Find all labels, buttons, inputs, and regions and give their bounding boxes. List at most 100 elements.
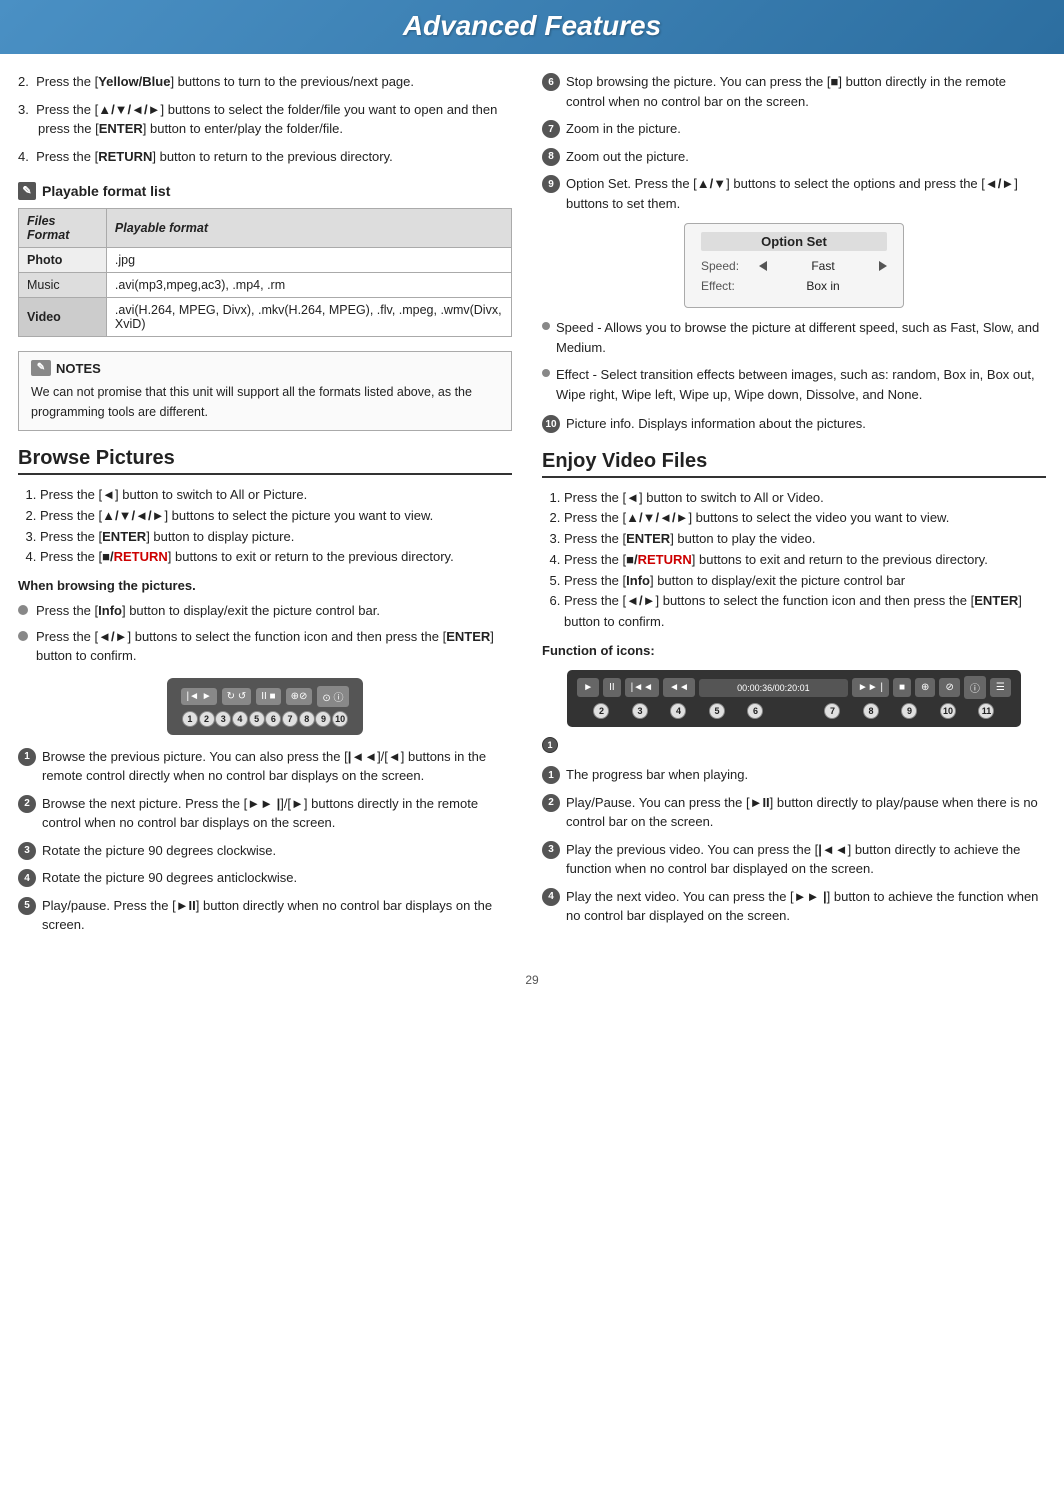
enjoy-video-title: Enjoy Video Files — [542, 450, 1046, 478]
enjoy-step-4: Press the [■/RETURN] buttons to exit and… — [564, 550, 1046, 571]
pic-num-6: 6 — [542, 73, 560, 91]
pic-text-5: Play/pause. Press the [►II] button direc… — [42, 896, 512, 935]
browse-pictures-title: Browse Pictures — [18, 447, 512, 475]
page-footer: 29 — [0, 963, 1064, 997]
notes-title: ✎ NOTES — [31, 360, 499, 376]
enjoy-steps-list: Press the [◄] button to switch to All or… — [542, 488, 1046, 634]
playable-format-title: ✎ Playable format list — [18, 182, 512, 200]
video-ff-btn[interactable]: ►► | — [852, 678, 889, 697]
ctrl-num-10: 10 — [332, 711, 348, 727]
bullet-dot-icon — [18, 605, 28, 615]
pic-text-3: Rotate the picture 90 degrees clockwise. — [42, 841, 512, 861]
video-info-btn[interactable]: ⓘ — [964, 676, 986, 699]
main-content: 2. Press the [Yellow/Blue] buttons to tu… — [0, 72, 1064, 943]
video-num-circle-1: 1 — [542, 766, 560, 784]
video-stop-btn[interactable]: ■ — [893, 678, 911, 697]
browse-pictures-section: Browse Pictures Press the [◄] button to … — [18, 447, 512, 935]
video-num-circle-3: 3 — [542, 841, 560, 859]
function-icons-title: Function of icons: — [542, 643, 1046, 658]
ctrl-num-7: 7 — [282, 711, 298, 727]
ctrl-group-5: ⊙ ⓘ — [317, 686, 348, 707]
video-num-7: 7 — [824, 703, 840, 719]
enjoy-step-3: Press the [ENTER] button to play the vid… — [564, 529, 1046, 550]
playable-music: .avi(mp3,mpeg,ac3), .mp4, .rm — [106, 273, 511, 298]
enjoy-step-2: Press the [▲/▼/◄/►] buttons to select th… — [564, 508, 1046, 529]
ctrl-num-2: 2 — [199, 711, 215, 727]
ctrl-num-3: 3 — [215, 711, 231, 727]
pic-num-9: 9 — [542, 175, 560, 193]
pic-item-9: 9 Option Set. Press the [▲/▼] buttons to… — [542, 174, 1046, 213]
video-sub-btn[interactable]: ⊘ — [939, 678, 959, 697]
option-speed-row: Speed: Fast — [701, 259, 887, 273]
playable-photo: .jpg — [106, 248, 511, 273]
browse-step-3: Press the [ENTER] button to display pict… — [40, 527, 512, 548]
dot-icon — [542, 322, 550, 330]
ctrl-zoom-btn[interactable]: ⊕⊘ — [286, 688, 313, 705]
bullet-dot-icon — [18, 631, 28, 641]
pic-text-9: Option Set. Press the [▲/▼] buttons to s… — [566, 174, 1046, 213]
intro-item-2: 2. Press the [Yellow/Blue] buttons to tu… — [18, 72, 512, 92]
pic-num-5: 5 — [18, 897, 36, 915]
dot-icon — [542, 369, 550, 377]
option-effect-row: Effect: Box in — [701, 279, 887, 293]
video-eq-btn[interactable]: ⊕ — [915, 678, 935, 697]
notes-text: We can not promise that this unit will s… — [31, 382, 499, 422]
ctrl-num-6: 6 — [265, 711, 281, 727]
when-browsing-item-2: Press the [◄/►] buttons to select the fu… — [18, 627, 512, 666]
enjoy-step-6: Press the [◄/►] buttons to select the fu… — [564, 591, 1046, 633]
browse-steps-list: Press the [◄] button to switch to All or… — [18, 485, 512, 568]
pic-item-3: 3 Rotate the picture 90 degrees clockwis… — [18, 841, 512, 861]
enjoy-step-5: Press the [Info] button to display/exit … — [564, 571, 1046, 592]
page-header: Advanced Features — [0, 0, 1064, 54]
intro-item-3: 3. Press the [▲/▼/◄/►] buttons to select… — [18, 100, 512, 139]
ctrl-play-btn[interactable]: II ■ — [256, 688, 280, 705]
video-item-2: 2 Play/Pause. You can press the [►II] bu… — [542, 793, 1046, 832]
ctrl-rotate-cw-btn[interactable]: ↻ ↺ — [222, 688, 252, 705]
video-progress-bar[interactable]: 00:00:36/00:20:01 — [699, 679, 848, 697]
video-num-circle-4: 4 — [542, 888, 560, 906]
right-top-numbered: 6 Stop browsing the picture. You can pre… — [542, 72, 1046, 213]
notes-icon: ✎ — [31, 360, 51, 376]
when-browsing-item-1: Press the [Info] button to display/exit … — [18, 601, 512, 621]
option-arrow-right-icon — [879, 261, 887, 271]
right-column: 6 Stop browsing the picture. You can pre… — [532, 72, 1046, 943]
video-num-circle-2: 2 — [542, 794, 560, 812]
pic-text-1: Browse the previous picture. You can als… — [42, 747, 512, 786]
ctrl-group-4: ⊕⊘ — [286, 688, 313, 705]
option-set-box: Option Set Speed: Fast Effect: Box in — [684, 223, 904, 308]
effect-desc: Effect - Select transition effects betwe… — [542, 365, 1046, 404]
option-arrow-left-icon — [759, 261, 767, 271]
picture-control-bar-wrap: |◄ ► ↻ ↺ II ■ ⊕⊘ ⊙ ⓘ — [18, 678, 512, 735]
video-num-9: 9 — [901, 703, 917, 719]
video-next-btn[interactable]: ◄◄ — [663, 678, 695, 697]
video-ctrl-numbers: 2 3 4 5 6 7 8 9 10 11 — [577, 699, 1011, 721]
ctrl-option-btn[interactable]: ⊙ ⓘ — [317, 686, 348, 707]
format-music: Music — [19, 273, 107, 298]
when-browsing-title: When browsing the pictures. — [18, 578, 512, 593]
ctrl-prev-btn[interactable]: |◄ ► — [181, 688, 216, 705]
video-prev-btn[interactable]: |◄◄ — [625, 678, 659, 697]
option-speed-value: Fast — [775, 259, 871, 273]
page-title: Advanced Features — [0, 10, 1064, 42]
video-play-btn[interactable]: ► — [577, 678, 599, 697]
format-photo: Photo — [19, 248, 107, 273]
video-pause-btn[interactable]: II — [603, 678, 621, 697]
ctrl-num-1: 1 — [182, 711, 198, 727]
video-menu-btn[interactable]: ☰ — [990, 678, 1011, 697]
intro-list: 2. Press the [Yellow/Blue] buttons to tu… — [18, 72, 512, 166]
pic-text-7: Zoom in the picture. — [566, 119, 681, 139]
option-effect-label: Effect: — [701, 279, 751, 293]
video-num-6: 6 — [747, 703, 763, 719]
video-item-1: 1 The progress bar when playing. — [542, 765, 1046, 785]
video-control-bar: ► II |◄◄ ◄◄ 00:00:36/00:20:01 ►► | ■ ⊕ ⊘… — [567, 670, 1021, 727]
video-num-4: 4 — [670, 703, 686, 719]
control-bar-buttons: |◄ ► ↻ ↺ II ■ ⊕⊘ ⊙ ⓘ — [181, 686, 348, 707]
ctrl-group-3: II ■ — [256, 688, 280, 705]
video-item-4: 4 Play the next video. You can press the… — [542, 887, 1046, 926]
video-text-4: Play the next video. You can press the [… — [566, 887, 1046, 926]
pic-text-8: Zoom out the picture. — [566, 147, 689, 167]
format-table: Files Format Playable format Photo .jpg … — [18, 208, 512, 337]
pic-num-2: 2 — [18, 795, 36, 813]
playable-video: .avi(H.264, MPEG, Divx), .mkv(H.264, MPE… — [106, 298, 511, 337]
pic-item-4: 4 Rotate the picture 90 degrees anticloc… — [18, 868, 512, 888]
